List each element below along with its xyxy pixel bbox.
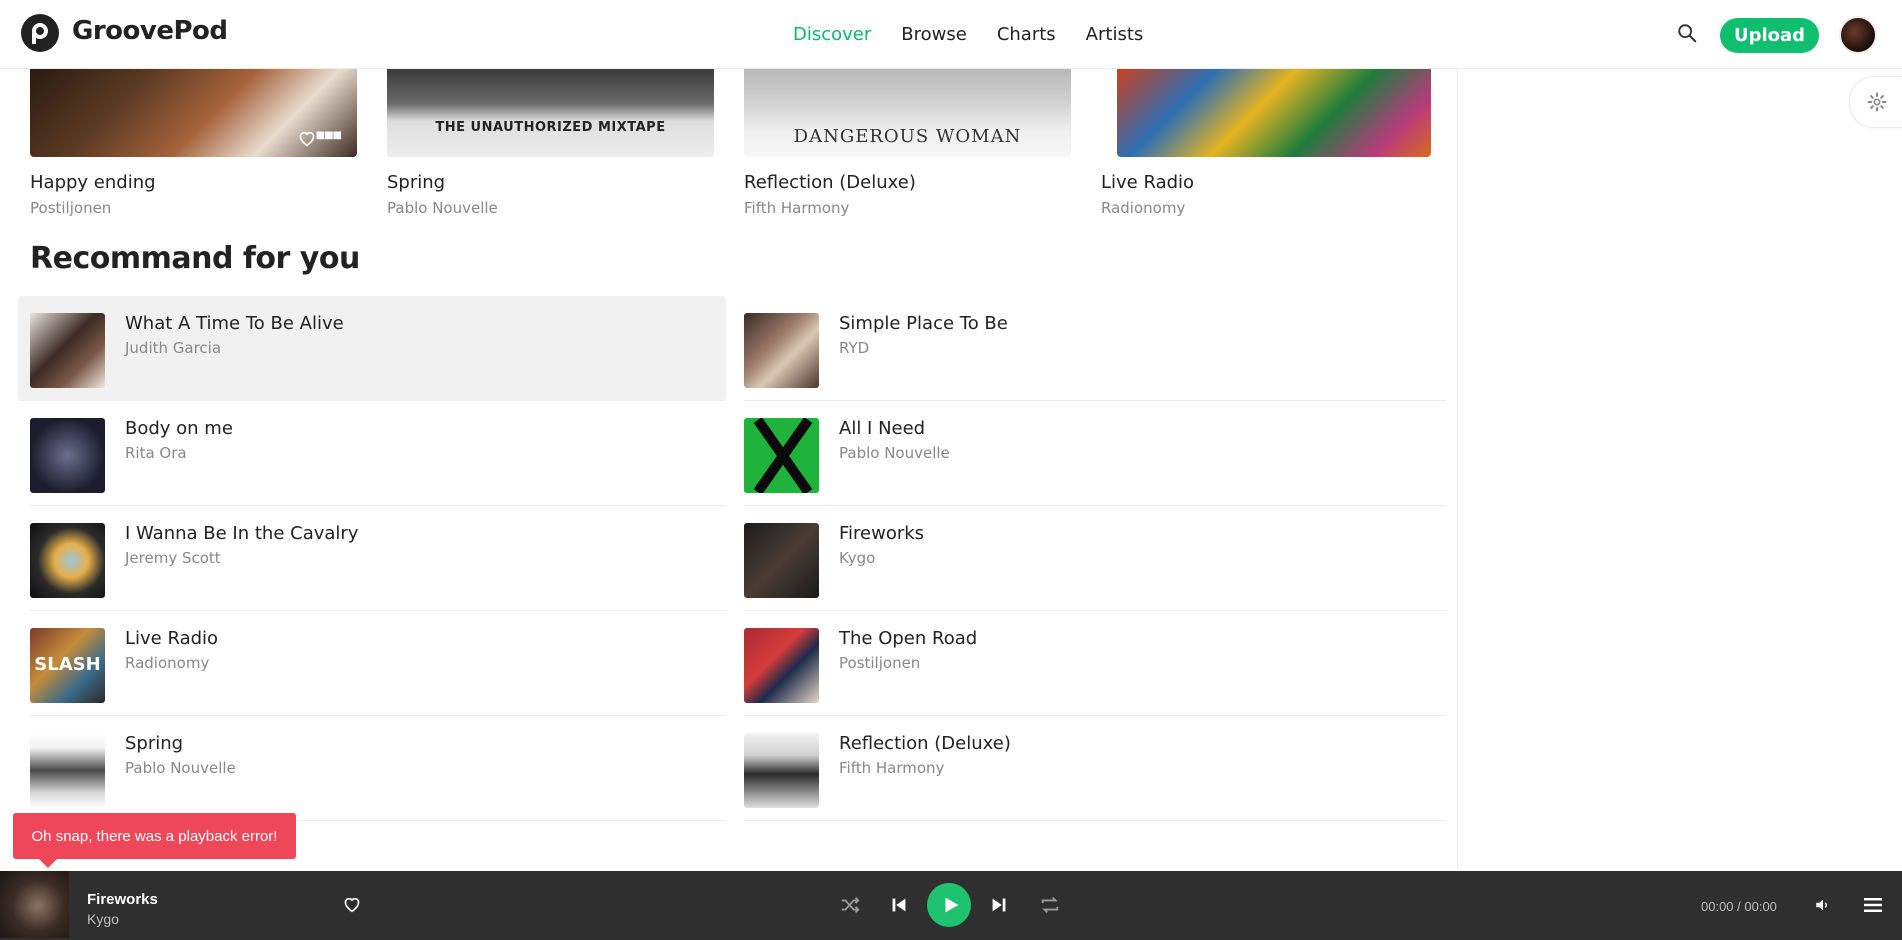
- album-cover[interactable]: ■■■: [30, 68, 357, 157]
- heart-icon[interactable]: [297, 129, 317, 147]
- track-thumb[interactable]: [30, 313, 105, 388]
- track-title[interactable]: Simple Place To Be: [839, 313, 1008, 334]
- track-thumb[interactable]: [30, 418, 105, 493]
- list-item[interactable]: Reflection (Deluxe) Fifth Harmony: [732, 716, 1446, 821]
- volume-icon[interactable]: [1814, 896, 1832, 914]
- thumb-text: SLASH: [34, 654, 101, 675]
- shuffle-icon[interactable]: [839, 894, 861, 916]
- player-bar: Fireworks Kygo 00:00 / 00:00: [0, 871, 1902, 940]
- track-artist[interactable]: Rita Ora: [125, 444, 187, 462]
- menu-icon[interactable]: [1864, 898, 1882, 912]
- track-artist[interactable]: Radionomy: [125, 654, 209, 672]
- track-artist[interactable]: Pablo Nouvelle: [125, 759, 236, 777]
- track-title[interactable]: The Open Road: [839, 628, 977, 649]
- track-thumb[interactable]: [30, 733, 105, 808]
- cover-text: DANGEROUS WOMAN: [793, 126, 1022, 147]
- album-title[interactable]: Happy ending: [30, 172, 156, 193]
- error-toast[interactable]: Oh snap, there was a playback error!: [13, 813, 296, 868]
- nav-browse[interactable]: Browse: [901, 24, 967, 45]
- track-artist[interactable]: RYD: [839, 339, 869, 357]
- nav-discover[interactable]: Discover: [793, 24, 871, 45]
- track-artist[interactable]: Postiljonen: [839, 654, 920, 672]
- album-title[interactable]: Live Radio: [1101, 172, 1194, 193]
- track-thumb[interactable]: [744, 313, 819, 388]
- list-item[interactable]: SLASH Live Radio Radionomy: [18, 611, 726, 716]
- previous-icon[interactable]: [888, 894, 910, 916]
- track-thumb[interactable]: [744, 418, 819, 493]
- track-thumb[interactable]: [744, 523, 819, 598]
- track-artist[interactable]: Fifth Harmony: [839, 759, 944, 777]
- player-title[interactable]: Fireworks: [87, 891, 158, 908]
- track-title[interactable]: What A Time To Be Alive: [125, 313, 344, 334]
- avatar[interactable]: [1839, 16, 1877, 54]
- recommend-list-left: What A Time To Be Alive Judith Garcia Bo…: [18, 296, 726, 821]
- track-thumb[interactable]: [744, 733, 819, 808]
- album-cover[interactable]: DANGEROUS WOMAN: [744, 68, 1071, 157]
- track-thumb[interactable]: SLASH: [30, 628, 105, 703]
- player-artist[interactable]: Kygo: [87, 911, 119, 927]
- track-title[interactable]: Reflection (Deluxe): [839, 733, 1011, 754]
- cover-text: THE UNAUTHORIZED MIXTAPE: [435, 120, 666, 135]
- main-nav: Discover Browse Charts Artists: [793, 24, 1143, 45]
- album-card[interactable]: DANGEROUS WOMAN Reflection (Deluxe) Fift…: [744, 68, 1071, 217]
- list-item[interactable]: Simple Place To Be RYD: [732, 296, 1446, 401]
- album-cover[interactable]: THE UNAUTHORIZED MIXTAPE: [387, 68, 714, 157]
- album-cover[interactable]: [1117, 68, 1431, 157]
- next-icon[interactable]: [988, 894, 1010, 916]
- track-title[interactable]: Body on me: [125, 418, 233, 439]
- time-readout: 00:00 / 00:00: [1701, 899, 1777, 914]
- recommend-list-right: Simple Place To Be RYD All I Need Pablo …: [732, 296, 1446, 821]
- album-artist[interactable]: Postiljonen: [30, 199, 111, 217]
- logo-icon[interactable]: [21, 14, 59, 52]
- track-title[interactable]: Spring: [125, 733, 183, 754]
- album-card[interactable]: ■■■ Happy ending Postiljonen: [30, 68, 357, 217]
- player-cover[interactable]: [0, 871, 69, 940]
- upload-button[interactable]: Upload: [1720, 18, 1819, 53]
- track-title[interactable]: All I Need: [839, 418, 925, 439]
- search-icon[interactable]: [1676, 22, 1698, 44]
- track-artist[interactable]: Pablo Nouvelle: [839, 444, 950, 462]
- album-artist[interactable]: Fifth Harmony: [744, 199, 849, 217]
- track-thumb[interactable]: [30, 523, 105, 598]
- list-item[interactable]: Fireworks Kygo: [732, 506, 1446, 611]
- brand-name[interactable]: GroovePod: [72, 16, 228, 46]
- list-item[interactable]: I Wanna Be In the Cavalry Jeremy Scott: [18, 506, 726, 611]
- track-title[interactable]: Live Radio: [125, 628, 218, 649]
- play-icon: [945, 897, 958, 913]
- track-artist[interactable]: Judith Garcia: [125, 339, 221, 357]
- album-artist[interactable]: Pablo Nouvelle: [387, 199, 498, 217]
- nav-artists[interactable]: Artists: [1086, 24, 1144, 45]
- nav-charts[interactable]: Charts: [997, 24, 1056, 45]
- repeat-icon[interactable]: [1039, 894, 1061, 916]
- track-title[interactable]: I Wanna Be In the Cavalry: [125, 523, 358, 544]
- top-header: GroovePod Discover Browse Charts Artists…: [0, 0, 1902, 69]
- list-item[interactable]: All I Need Pablo Nouvelle: [732, 401, 1446, 506]
- section-title: Recommand for you: [30, 241, 360, 276]
- album-title[interactable]: Reflection (Deluxe): [744, 172, 916, 193]
- list-item[interactable]: Spring Pablo Nouvelle: [18, 716, 726, 821]
- list-item[interactable]: The Open Road Postiljonen: [732, 611, 1446, 716]
- heart-icon[interactable]: [342, 895, 362, 913]
- album-artist[interactable]: Radionomy: [1101, 199, 1185, 217]
- track-artist[interactable]: Kygo: [839, 549, 875, 567]
- list-item[interactable]: Body on me Rita Ora: [18, 401, 726, 506]
- track-artist[interactable]: Jeremy Scott: [125, 549, 221, 567]
- list-item[interactable]: What A Time To Be Alive Judith Garcia: [18, 296, 726, 401]
- track-title[interactable]: Fireworks: [839, 523, 924, 544]
- settings-tab[interactable]: [1849, 76, 1902, 128]
- sidebar-divider: [1457, 68, 1458, 870]
- album-title[interactable]: Spring: [387, 172, 445, 193]
- track-thumb[interactable]: [744, 628, 819, 703]
- row-divider: [744, 820, 1446, 821]
- album-card[interactable]: THE UNAUTHORIZED MIXTAPE Spring Pablo No…: [387, 68, 714, 217]
- album-card[interactable]: Live Radio Radionomy: [1101, 68, 1431, 217]
- play-button[interactable]: [927, 883, 971, 927]
- gear-icon: [1867, 92, 1887, 112]
- more-icon[interactable]: ■■■: [316, 130, 342, 141]
